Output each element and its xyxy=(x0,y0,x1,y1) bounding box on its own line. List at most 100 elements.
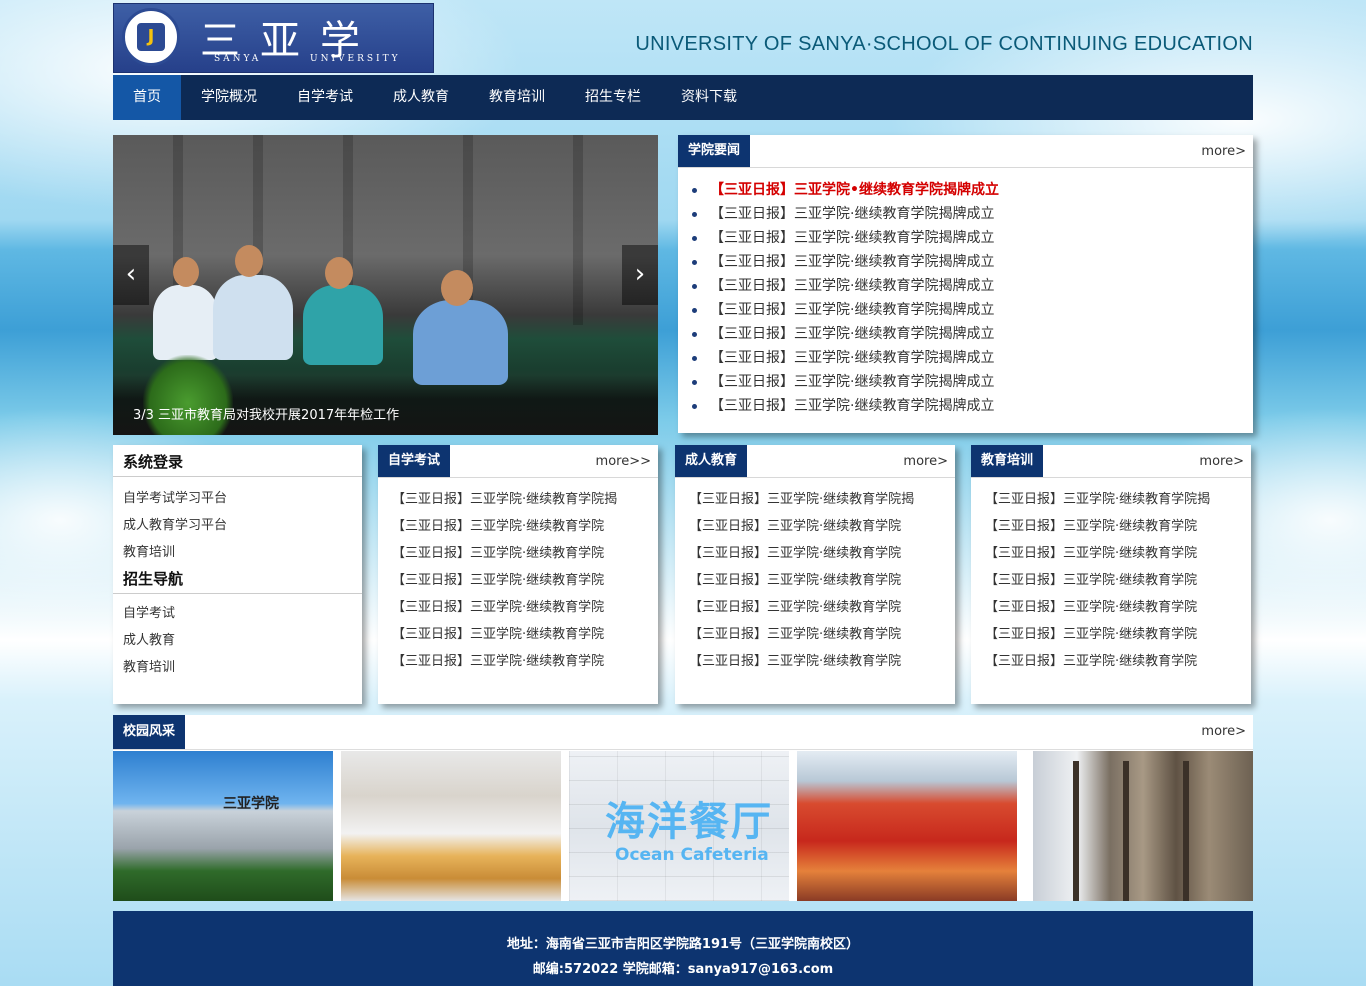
list-item[interactable]: 【三亚日报】三亚学院·继续教育学院 xyxy=(689,621,955,648)
panel-title[interactable]: 学院要闻 xyxy=(678,135,751,167)
training-more-link[interactable]: more> xyxy=(1199,445,1244,479)
news-item[interactable]: 【三亚日报】三亚学院·继续教育学院揭牌成立 xyxy=(692,346,1253,370)
campus-photo-ocean-cafeteria[interactable]: 海洋餐厅 Ocean Cafeteria xyxy=(569,751,789,901)
list-item[interactable]: 【三亚日报】三亚学院·继续教育学院 xyxy=(985,540,1251,567)
slide-person-head xyxy=(235,245,263,277)
nav-item-self-study-exam[interactable]: 自学考试 xyxy=(277,75,373,120)
curtain-fold xyxy=(573,135,583,325)
panel-title[interactable]: 成人教育 xyxy=(675,445,748,477)
slide-person xyxy=(213,275,293,360)
list-item[interactable]: 【三亚日报】三亚学院·继续教育学院 xyxy=(689,594,955,621)
list-item[interactable]: 【三亚日报】三亚学院·继续教育学院 xyxy=(392,621,658,648)
login-link-self-study-platform[interactable]: 自学考试学习平台 xyxy=(113,485,362,512)
news-list: 【三亚日报】三亚学院•继续教育学院揭牌成立 【三亚日报】三亚学院·继续教育学院揭… xyxy=(678,168,1253,418)
bookshelf xyxy=(1123,761,1129,901)
list-item[interactable]: 【三亚日报】三亚学院·继续教育学院 xyxy=(392,567,658,594)
list-item[interactable]: 【三亚日报】三亚学院·继续教育学院揭 xyxy=(689,486,955,513)
list-item[interactable]: 【三亚日报】三亚学院·继续教育学院 xyxy=(985,594,1251,621)
adult-education-more-link[interactable]: more> xyxy=(903,445,948,479)
slide-person-head xyxy=(441,270,473,306)
footer-contact: 邮编:572022 学院邮箱：sanya917@163.com xyxy=(532,962,834,977)
main-nav: 首页 学院概况 自学考试 成人教育 教育培训 招生专栏 资料下载 xyxy=(113,75,1253,120)
news-item[interactable]: 【三亚日报】三亚学院·继续教育学院揭牌成立 xyxy=(692,394,1253,418)
list-item[interactable]: 【三亚日报】三亚学院·继续教育学院 xyxy=(392,540,658,567)
site-footer: 地址：海南省三亚市吉阳区学院路191号（三亚学院南校区） 邮编:572022 学… xyxy=(113,911,1253,986)
panel-title[interactable]: 教育培训 xyxy=(971,445,1044,477)
slider-caption[interactable]: 3/3 三亚市教育局对我校开展2017年年检工作 xyxy=(133,404,399,423)
list-item[interactable]: 【三亚日报】三亚学院·继续教育学院 xyxy=(392,594,658,621)
news-item[interactable]: 【三亚日报】三亚学院•继续教育学院揭牌成立 xyxy=(692,178,1253,202)
news-item[interactable]: 【三亚日报】三亚学院·继续教育学院揭牌成立 xyxy=(692,370,1253,394)
list-item[interactable]: 【三亚日报】三亚学院·继续教育学院 xyxy=(985,567,1251,594)
panel-header: 学院要闻 more> xyxy=(678,135,1253,168)
slide-plant xyxy=(143,355,233,435)
campus-photo-library[interactable] xyxy=(1033,751,1253,901)
list-item[interactable]: 【三亚日报】三亚学院·继续教育学院 xyxy=(985,621,1251,648)
news-more-link[interactable]: more> xyxy=(1201,135,1246,169)
list-item[interactable]: 【三亚日报】三亚学院·继续教育学院 xyxy=(689,540,955,567)
site-logo[interactable]: J 三亚学院 SANYA UNIVERSITY xyxy=(113,3,434,122)
university-crest-icon: J xyxy=(122,8,180,66)
nav-item-training[interactable]: 教育培训 xyxy=(469,75,565,120)
list-item[interactable]: 【三亚日报】三亚学院·继续教育学院 xyxy=(689,567,955,594)
slide-person xyxy=(303,285,383,365)
news-item[interactable]: 【三亚日报】三亚学院·继续教育学院揭牌成立 xyxy=(692,202,1253,226)
footer-address: 地址：海南省三亚市吉阳区学院路191号（三亚学院南校区） xyxy=(506,937,860,952)
list-item[interactable]: 【三亚日报】三亚学院·继续教育学院 xyxy=(985,648,1251,675)
bookshelf xyxy=(1073,761,1079,901)
adult-education-list: 【三亚日报】三亚学院·继续教育学院揭 【三亚日报】三亚学院·继续教育学院 【三亚… xyxy=(675,478,955,675)
admissions-link-adult-education[interactable]: 成人教育 xyxy=(113,627,362,654)
login-title: 系统登录 xyxy=(113,445,362,477)
news-item[interactable]: 【三亚日报】三亚学院·继续教育学院揭牌成立 xyxy=(692,298,1253,322)
self-study-more-link[interactable]: more>> xyxy=(596,445,651,479)
system-login-panel: 系统登录 自学考试学习平台 成人教育学习平台 教育培训 招生导航 自学考试 成人… xyxy=(113,445,362,704)
admissions-link-training[interactable]: 教育培训 xyxy=(113,654,362,681)
campus-more-link[interactable]: more> xyxy=(1201,715,1246,749)
self-study-exam-panel: 自学考试 more>> 【三亚日报】三亚学院·继续教育学院揭 【三亚日报】三亚学… xyxy=(378,445,658,704)
slide-person xyxy=(413,300,508,385)
panel-title[interactable]: 校园风采 xyxy=(113,715,186,749)
nav-item-adult-education[interactable]: 成人教育 xyxy=(373,75,469,120)
news-item[interactable]: 【三亚日报】三亚学院·继续教育学院揭牌成立 xyxy=(692,250,1253,274)
self-study-list: 【三亚日报】三亚学院·继续教育学院揭 【三亚日报】三亚学院·继续教育学院 【三亚… xyxy=(378,478,658,675)
slide-person xyxy=(153,285,218,360)
nav-item-about[interactable]: 学院概况 xyxy=(181,75,277,120)
list-item[interactable]: 【三亚日报】三亚学院·继续教育学院 xyxy=(689,513,955,540)
list-item[interactable]: 【三亚日报】三亚学院·继续教育学院 xyxy=(392,513,658,540)
nav-item-admissions[interactable]: 招生专栏 xyxy=(565,75,661,120)
news-item[interactable]: 【三亚日报】三亚学院·继续教育学院揭牌成立 xyxy=(692,274,1253,298)
training-panel: 教育培训 more> 【三亚日报】三亚学院·继续教育学院揭 【三亚日报】三亚学院… xyxy=(971,445,1251,704)
campus-photo-building[interactable]: 三亚学院 xyxy=(113,751,333,901)
news-item[interactable]: 【三亚日报】三亚学院·继续教育学院揭牌成立 xyxy=(692,226,1253,250)
slider-prev-icon[interactable]: ‹ xyxy=(113,245,149,305)
training-list: 【三亚日报】三亚学院·继续教育学院揭 【三亚日报】三亚学院·继续教育学院 【三亚… xyxy=(971,478,1251,675)
list-item[interactable]: 【三亚日报】三亚学院·继续教育学院 xyxy=(689,648,955,675)
photo-strip: 三亚学院 海洋餐厅 Ocean Cafeteria xyxy=(113,751,1253,901)
logo-english-left: SANYA xyxy=(214,54,262,64)
campus-photo-flowers[interactable] xyxy=(797,751,1017,901)
campus-gallery: 校园风采 more> 三亚学院 海洋餐厅 Ocean Cafeteria xyxy=(113,715,1253,901)
cafeteria-sign-english: Ocean Cafeteria xyxy=(615,845,769,865)
logo-english-right: UNIVERSITY xyxy=(310,54,401,64)
slider-next-icon[interactable]: › xyxy=(622,245,658,305)
news-item[interactable]: 【三亚日报】三亚学院·继续教育学院揭牌成立 xyxy=(692,322,1253,346)
site-title: UNIVERSITY OF SANYA·SCHOOL OF CONTINUING… xyxy=(635,33,1253,55)
admissions-link-self-study[interactable]: 自学考试 xyxy=(113,600,362,627)
panel-header: 自学考试 more>> xyxy=(378,445,658,478)
slide-person-head xyxy=(325,257,353,289)
image-slider[interactable]: ‹ › 3/3 三亚市教育局对我校开展2017年年检工作 xyxy=(113,135,658,435)
panel-header: 校园风采 more> xyxy=(113,715,1253,750)
college-news-panel: 学院要闻 more> 【三亚日报】三亚学院•继续教育学院揭牌成立 【三亚日报】三… xyxy=(678,135,1253,433)
panel-header: 教育培训 more> xyxy=(971,445,1251,478)
panel-title[interactable]: 自学考试 xyxy=(378,445,451,477)
list-item[interactable]: 【三亚日报】三亚学院·继续教育学院 xyxy=(392,648,658,675)
list-item[interactable]: 【三亚日报】三亚学院·继续教育学院揭 xyxy=(985,486,1251,513)
list-item[interactable]: 【三亚日报】三亚学院·继续教育学院揭 xyxy=(392,486,658,513)
campus-photo-dining-hall[interactable] xyxy=(341,751,561,901)
login-link-adult-education-platform[interactable]: 成人教育学习平台 xyxy=(113,512,362,539)
nav-item-home[interactable]: 首页 xyxy=(113,75,181,120)
list-item[interactable]: 【三亚日报】三亚学院·继续教育学院 xyxy=(985,513,1251,540)
login-link-training[interactable]: 教育培训 xyxy=(113,539,362,566)
panel-header: 成人教育 more> xyxy=(675,445,955,478)
nav-item-downloads[interactable]: 资料下载 xyxy=(661,75,757,120)
